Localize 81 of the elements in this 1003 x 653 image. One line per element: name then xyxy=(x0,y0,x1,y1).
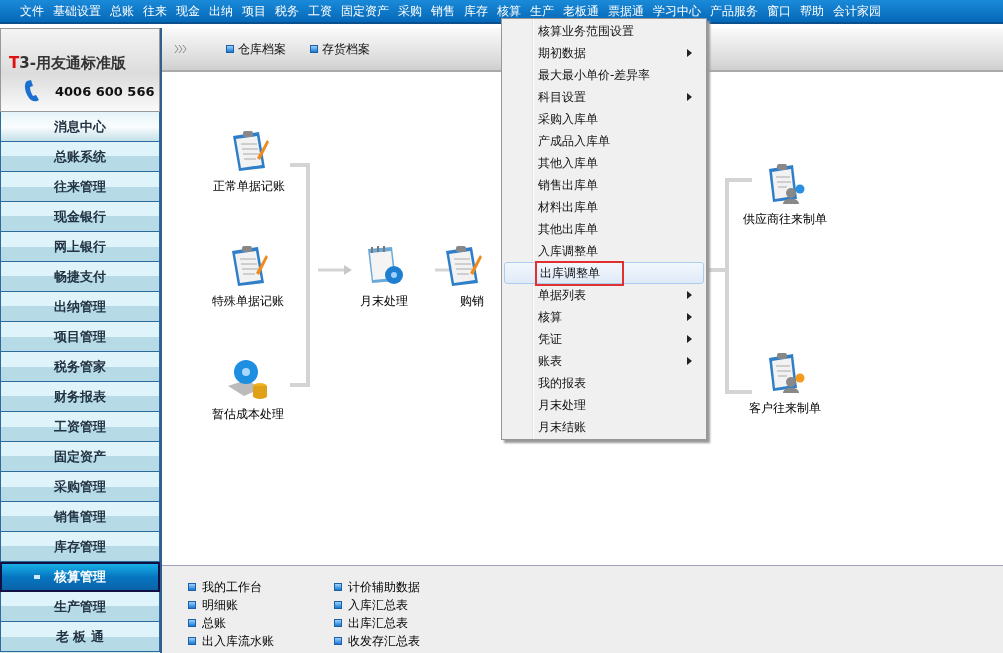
menu-item[interactable]: 出纳 xyxy=(209,2,233,20)
menu-item[interactable]: 我的报表 xyxy=(504,372,704,394)
sidebar-item[interactable]: 消息中心 xyxy=(0,112,160,142)
arrow xyxy=(318,265,352,275)
menu-item[interactable]: 老板通 xyxy=(563,2,599,20)
sidebar-item[interactable]: 现金银行 xyxy=(0,202,160,232)
sidebar-item[interactable]: 网上银行 xyxy=(0,232,160,262)
menu-item[interactable]: 帮助 xyxy=(800,2,824,20)
toolbar-link[interactable]: 存货档案 xyxy=(310,40,370,58)
menu-item[interactable]: 基础设置 xyxy=(53,2,101,20)
flow-node-label[interactable]: 供应商往来制单 xyxy=(743,211,827,228)
menu-item[interactable]: 账表 xyxy=(504,350,704,372)
menu-item[interactable]: 产品服务 xyxy=(710,2,758,20)
sidebar-item[interactable]: 畅捷支付 xyxy=(0,262,160,292)
menu-item[interactable]: 产成品入库单 xyxy=(504,130,704,152)
menu-item[interactable]: 核算 xyxy=(504,306,704,328)
menu-item[interactable]: 单据列表 xyxy=(504,284,704,306)
flow-node-label[interactable]: 特殊单据记账 xyxy=(212,293,284,310)
menu-item[interactable]: 入库调整单 xyxy=(504,240,704,262)
sidebar-item[interactable]: 税务管家 xyxy=(0,352,160,382)
menu-item[interactable]: 出库调整单 xyxy=(504,262,704,284)
menu-item[interactable]: 生产 xyxy=(530,2,554,20)
sidebar-item[interactable]: 老 板 通 xyxy=(0,622,160,652)
sidebar-item[interactable]: 财务报表 xyxy=(0,382,160,412)
menu-item[interactable]: 项目 xyxy=(242,2,266,20)
menu-item[interactable]: 文件 xyxy=(20,2,44,20)
menu-item[interactable]: 销售 xyxy=(431,2,455,20)
menu-item[interactable]: 总账 xyxy=(110,2,134,20)
sidebar-item[interactable]: 总账系统 xyxy=(0,142,160,172)
menu-item[interactable]: 月末处理 xyxy=(504,394,704,416)
menu-item[interactable]: 现金 xyxy=(176,2,200,20)
sidebar-item[interactable]: 生产管理 xyxy=(0,592,160,622)
toolbar-link[interactable]: 仓库档案 xyxy=(226,40,286,58)
menu-item[interactable]: 采购入库单 xyxy=(504,108,704,130)
sidebar-item[interactable]: 核算管理 xyxy=(0,562,160,592)
menu-item[interactable]: 会计家园 xyxy=(833,2,881,20)
menu-item[interactable]: 核算 xyxy=(497,2,521,20)
menu-item[interactable]: 往来 xyxy=(143,2,167,20)
quick-link[interactable]: 明细账 xyxy=(188,596,274,614)
sidebar-item[interactable]: 固定资产 xyxy=(0,442,160,472)
menu-item[interactable]: 采购 xyxy=(398,2,422,20)
quick-link[interactable]: 我的工作台 xyxy=(188,578,274,596)
quick-link[interactable]: 总账 xyxy=(188,614,274,632)
quick-link[interactable]: 出入库流水账 xyxy=(188,632,274,650)
sidebar-item[interactable]: 工资管理 xyxy=(0,412,160,442)
menu-item[interactable]: 其他入库单 xyxy=(504,152,704,174)
menu-item[interactable]: 工资 xyxy=(308,2,332,20)
menu-item[interactable]: 科目设置 xyxy=(504,86,704,108)
menu-item[interactable]: 窗口 xyxy=(767,2,791,20)
sidebar-item[interactable]: 出纳管理 xyxy=(0,292,160,322)
menu-item[interactable]: 最大最小单价-差异率 xyxy=(504,64,704,86)
menu-item[interactable]: 凭证 xyxy=(504,328,704,350)
menu-item[interactable]: 学习中心 xyxy=(653,2,701,20)
phone-icon xyxy=(23,79,41,103)
menu-item[interactable]: 材料出库单 xyxy=(504,196,704,218)
sidebar-item[interactable]: 销售管理 xyxy=(0,502,160,532)
flow-node-label[interactable]: 客户往来制单 xyxy=(749,400,821,417)
product-logo: T3-用友通标准版 xyxy=(8,54,127,73)
flow-node-label[interactable]: 月末处理 xyxy=(360,293,408,310)
quick-link[interactable]: 收发存汇总表 xyxy=(334,632,420,650)
sidebar-item[interactable]: 采购管理 xyxy=(0,472,160,502)
quick-link[interactable]: 计价辅助数据 xyxy=(334,578,420,596)
sidebar-item[interactable]: 项目管理 xyxy=(0,322,160,352)
phone-number: 4006 600 566 xyxy=(55,83,155,99)
sidebar-item[interactable]: 往来管理 xyxy=(0,172,160,202)
quick-link[interactable]: 出库汇总表 xyxy=(334,614,420,632)
menu-item[interactable]: 核算业务范围设置 xyxy=(504,20,704,42)
quick-link[interactable]: 入库汇总表 xyxy=(334,596,420,614)
menu-item[interactable]: 税务 xyxy=(275,2,299,20)
menu-item[interactable]: 库存 xyxy=(464,2,488,20)
menu-item[interactable]: 期初数据 xyxy=(504,42,704,64)
menu-item[interactable]: 月末结账 xyxy=(504,416,704,438)
flow-node-label[interactable]: 正常单据记账 xyxy=(213,178,285,195)
sidebar-item[interactable]: 库存管理 xyxy=(0,532,160,562)
expand-icon[interactable] xyxy=(174,44,188,54)
menu-item[interactable]: 销售出库单 xyxy=(504,174,704,196)
menu-item[interactable]: 其他出库单 xyxy=(504,218,704,240)
menu-item[interactable]: 固定资产 xyxy=(341,2,389,20)
flow-node-label[interactable]: 暂估成本处理 xyxy=(212,406,284,423)
menu-item[interactable]: 票据通 xyxy=(608,2,644,20)
flow-node-label[interactable]: 购销 xyxy=(460,293,484,310)
